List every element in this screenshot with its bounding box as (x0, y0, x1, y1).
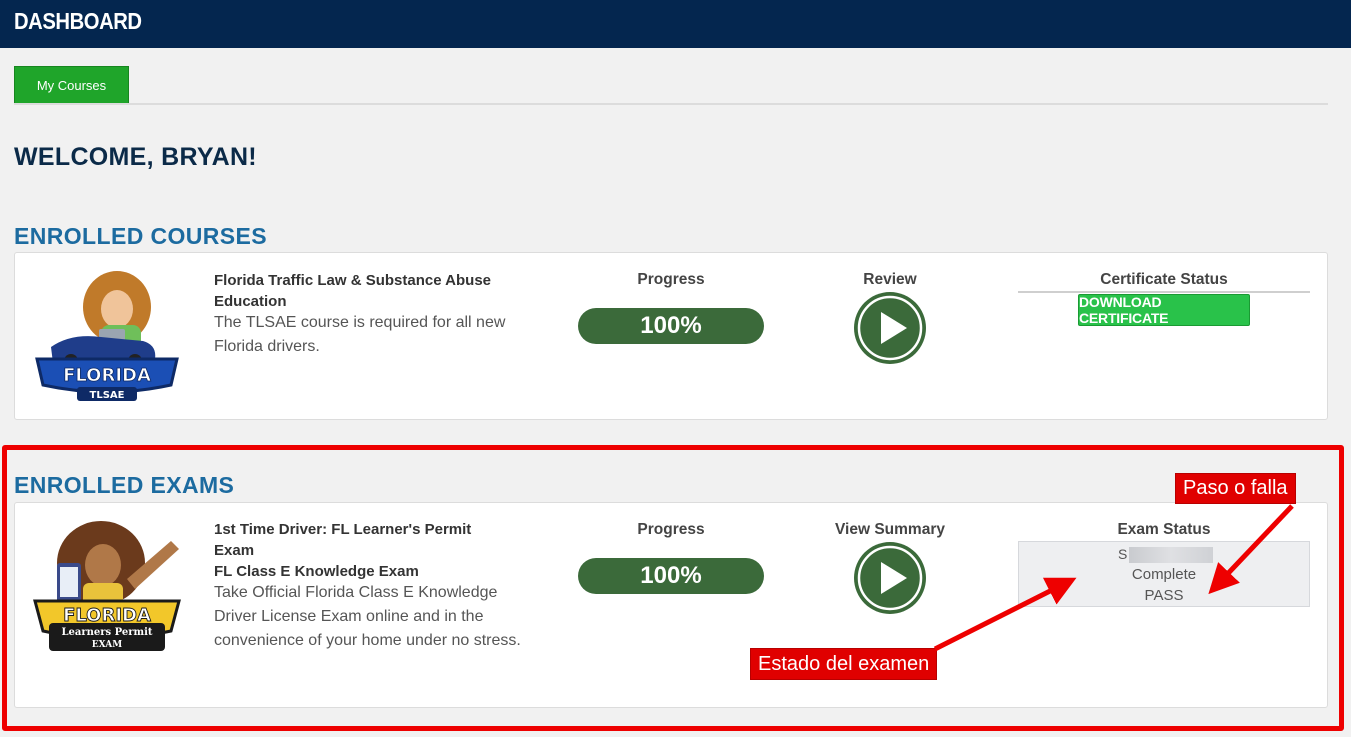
annotation-arrows (933, 504, 1294, 652)
arrow-exam-status (933, 577, 1077, 652)
arrow-pass-fail (1208, 504, 1294, 595)
